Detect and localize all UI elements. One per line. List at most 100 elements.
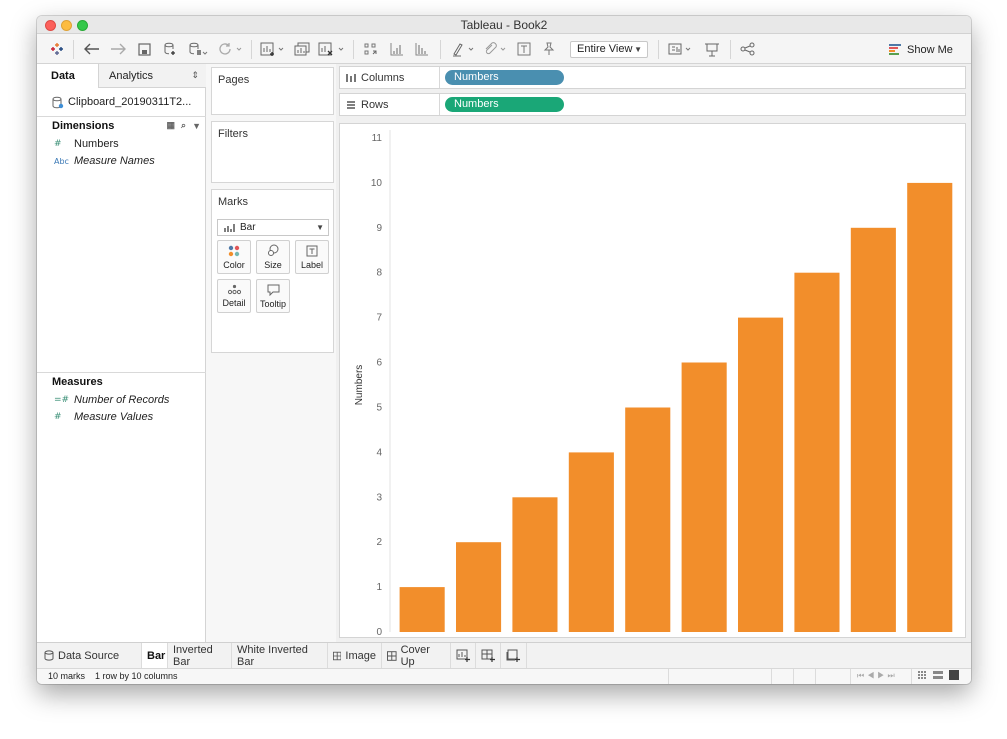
tooltip-button[interactable]: Tooltip bbox=[256, 279, 290, 313]
new-worksheet-tab-icon[interactable] bbox=[451, 643, 476, 668]
tab-analytics-label: Analytics bbox=[109, 70, 154, 82]
share-icon[interactable] bbox=[739, 40, 757, 58]
view-toggle-icon[interactable]: ▦ bbox=[167, 120, 176, 131]
show-me-icon bbox=[889, 44, 901, 55]
presentation-mode-icon[interactable] bbox=[703, 40, 721, 58]
y-tick-label: 10 bbox=[371, 178, 383, 189]
rows-pill-numbers[interactable]: Numbers bbox=[445, 97, 564, 112]
sort-ascending-icon[interactable] bbox=[388, 40, 406, 58]
new-data-source-icon[interactable] bbox=[162, 40, 178, 58]
bar-mark[interactable] bbox=[907, 182, 953, 632]
bar-mark[interactable] bbox=[738, 317, 784, 632]
detail-button[interactable]: Detail bbox=[217, 279, 251, 313]
new-story-tab-icon[interactable] bbox=[501, 643, 527, 668]
bar-mark[interactable] bbox=[399, 587, 445, 632]
fit-view-select[interactable]: Entire View ▼ bbox=[570, 41, 648, 58]
forward-arrow-icon[interactable] bbox=[109, 40, 127, 58]
sheet-navigation-icon[interactable]: ⏮◀▶⏭ bbox=[857, 671, 898, 681]
bar-mark[interactable] bbox=[850, 227, 896, 633]
bar-mark[interactable] bbox=[794, 272, 840, 632]
new-dashboard-tab-icon[interactable] bbox=[476, 643, 501, 668]
bar-mark[interactable] bbox=[512, 497, 558, 632]
marks-card: Marks Bar ▼ Color Size Label Detail Tool… bbox=[211, 189, 334, 353]
group-members-icon[interactable] bbox=[482, 40, 510, 58]
bar-mark[interactable] bbox=[681, 362, 727, 633]
field-label: Number of Records bbox=[74, 394, 170, 406]
field-label: Measure Values bbox=[74, 411, 154, 423]
swap-rows-columns-icon[interactable] bbox=[362, 40, 380, 58]
tab-sheet-cover-up-label: Cover Up bbox=[400, 643, 430, 668]
bar-mark[interactable] bbox=[456, 542, 502, 632]
columns-shelf[interactable]: Columns Numbers bbox=[339, 66, 966, 89]
updown-arrows-icon: ⇕ bbox=[191, 70, 199, 80]
y-axis-title[interactable]: Numbers bbox=[354, 365, 365, 406]
columns-pill-numbers[interactable]: Numbers bbox=[445, 70, 564, 85]
tab-sheet-bar[interactable]: Bar bbox=[142, 643, 168, 668]
color-button[interactable]: Color bbox=[217, 240, 251, 274]
sheet-sorter-icon[interactable] bbox=[917, 670, 927, 682]
highlight-icon[interactable] bbox=[450, 40, 478, 58]
menu-arrow-icon[interactable]: ▼ bbox=[192, 121, 201, 131]
label-button[interactable]: Label bbox=[295, 240, 329, 274]
data-pane-tabs: Data Analytics ⇕ bbox=[37, 64, 206, 88]
show-me-label: Show Me bbox=[907, 43, 953, 56]
dashboard-icon bbox=[333, 651, 342, 660]
title-bar: Tableau - Book2 bbox=[37, 16, 971, 34]
view-canvas[interactable]: 0 1 2 3 4 5 6 7 8 9 10 11 Numbers bbox=[339, 123, 966, 638]
show-me-button[interactable]: Show Me bbox=[889, 41, 953, 58]
tab-sheet-cover-up[interactable]: Cover Up bbox=[382, 643, 451, 668]
cards-area: Pages Filters Marks Bar ▼ Color Size Lab… bbox=[206, 64, 336, 642]
bar-mark[interactable] bbox=[568, 452, 614, 632]
show-mark-labels-icon[interactable] bbox=[516, 40, 532, 58]
y-tick-label: 2 bbox=[376, 537, 382, 548]
dimension-field-measure-names[interactable]: Abc Measure Names bbox=[54, 153, 155, 169]
filmstrip-icon[interactable] bbox=[933, 670, 943, 682]
size-button[interactable]: Size bbox=[256, 240, 290, 274]
measure-field-measure-values[interactable]: # Measure Values bbox=[54, 409, 153, 425]
search-icon[interactable]: ⌕ bbox=[181, 120, 186, 131]
pause-updates-icon[interactable] bbox=[187, 40, 209, 58]
new-worksheet-icon[interactable] bbox=[259, 40, 287, 58]
pages-shelf[interactable]: Pages bbox=[211, 67, 334, 115]
tableau-logo-icon[interactable] bbox=[49, 40, 65, 58]
save-icon[interactable] bbox=[136, 40, 152, 58]
measure-field-number-of-records[interactable]: =# Number of Records bbox=[54, 392, 169, 408]
back-arrow-icon[interactable] bbox=[83, 40, 101, 58]
database-icon bbox=[44, 650, 54, 661]
string-type-icon: Abc bbox=[54, 156, 69, 166]
refresh-icon[interactable] bbox=[217, 40, 243, 58]
tooltip-label: Tooltip bbox=[259, 298, 286, 309]
color-label: Color bbox=[223, 259, 245, 270]
tabs-view-icon[interactable] bbox=[949, 670, 959, 682]
label-label: Label bbox=[300, 259, 324, 270]
tab-sheet-image[interactable]: Image bbox=[328, 643, 382, 668]
filters-shelf[interactable]: Filters bbox=[211, 121, 334, 183]
field-label: Measure Names bbox=[74, 155, 155, 167]
chevron-down-icon: ▼ bbox=[634, 45, 642, 54]
clear-sheet-icon[interactable] bbox=[317, 40, 347, 58]
dimension-field-numbers[interactable]: # Numbers bbox=[54, 136, 119, 152]
fix-axes-pin-icon[interactable] bbox=[541, 40, 557, 58]
sort-descending-icon[interactable] bbox=[413, 40, 431, 58]
duplicate-sheet-icon[interactable] bbox=[293, 40, 311, 58]
columns-icon bbox=[346, 74, 356, 82]
tab-sheet-inverted-bar[interactable]: Inverted Bar bbox=[168, 643, 232, 668]
detail-icon bbox=[227, 284, 241, 295]
tab-sheet-white-inverted-bar[interactable]: White Inverted Bar bbox=[232, 643, 328, 668]
show-cards-icon[interactable] bbox=[667, 40, 695, 58]
rows-shelf-label: Rows bbox=[346, 99, 389, 111]
y-tick-label: 6 bbox=[376, 358, 382, 369]
y-tick-label: 5 bbox=[376, 402, 382, 413]
tab-analytics[interactable]: Analytics ⇕ bbox=[99, 64, 206, 88]
rows-shelf[interactable]: Rows Numbers bbox=[339, 93, 966, 116]
calculated-number-icon: =# bbox=[54, 395, 70, 405]
data-source-item[interactable]: Clipboard_20190311T2... bbox=[52, 94, 202, 110]
tab-data[interactable]: Data bbox=[37, 64, 99, 88]
database-icon bbox=[52, 96, 64, 108]
tab-data-source[interactable]: Data Source bbox=[37, 643, 142, 668]
y-tick-label: 0 bbox=[376, 627, 382, 637]
rows-columns-count: 1 row by 10 columns bbox=[95, 671, 178, 681]
mark-type-select[interactable]: Bar ▼ bbox=[217, 219, 329, 236]
bar-mark[interactable] bbox=[625, 407, 671, 633]
y-tick-label: 4 bbox=[376, 447, 382, 458]
